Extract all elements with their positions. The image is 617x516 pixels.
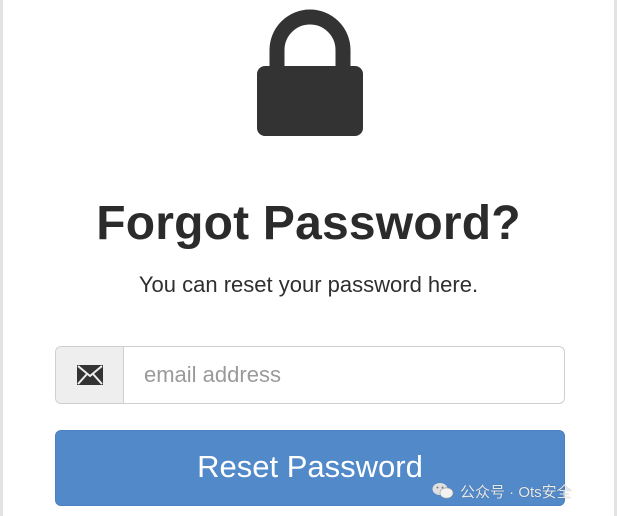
- lock-icon: [257, 9, 363, 136]
- page-subtitle: You can reset your password here.: [138, 272, 479, 297]
- envelope-icon: [76, 365, 103, 385]
- email-field[interactable]: [124, 347, 564, 403]
- email-input-group: [55, 346, 565, 404]
- email-addon: [56, 347, 124, 403]
- watermark: 公众号 · Ots安全: [432, 480, 572, 502]
- forgot-password-page: Forgot Password? You can reset your pass…: [0, 0, 617, 516]
- left-border: [0, 0, 3, 516]
- watermark-text: 公众号 · Ots安全: [460, 483, 572, 501]
- page-title: Forgot Password?: [96, 197, 521, 250]
- wechat-icon: [432, 483, 454, 499]
